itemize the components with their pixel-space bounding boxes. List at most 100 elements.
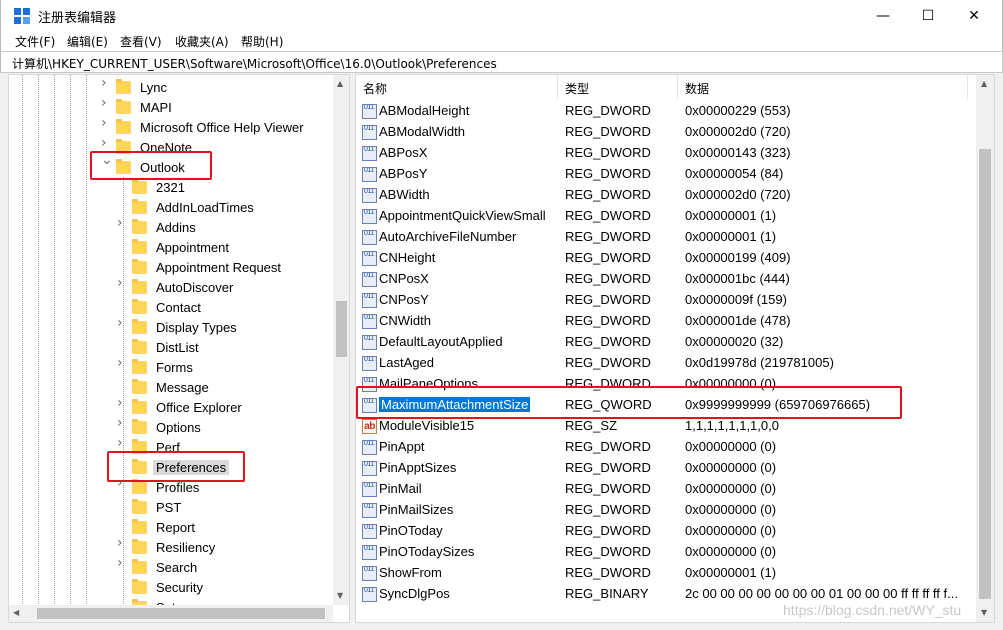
tree-item-label: Office Explorer [156, 399, 242, 415]
chevron-right-icon[interactable]: › [117, 316, 127, 330]
folder-icon [116, 98, 131, 114]
value-row[interactable]: 011 110CNWidth REG_DWORD 0x000001de (478) [356, 311, 968, 332]
scroll-up-arrow-icon[interactable]: ▲ [337, 79, 343, 88]
maximize-button[interactable]: ☐ [905, 0, 951, 31]
value-type: REG_DWORD [565, 271, 651, 286]
tree-vertical-scrollbar[interactable]: ▲ ▼ [333, 75, 349, 605]
dword-icon: 011 110 [362, 209, 377, 224]
chevron-right-icon[interactable]: › [117, 216, 127, 230]
value-row[interactable]: 011 110PinApptSizes REG_DWORD 0x00000000 (… [356, 458, 968, 479]
tree-item[interactable]: › Microsoft Office Help Viewer [101, 116, 307, 137]
column-header-type[interactable]: 类型 [558, 75, 678, 99]
chevron-right-icon[interactable]: › [117, 536, 127, 550]
value-data: 2c 00 00 00 00 00 00 00 01 00 00 00 ff f… [685, 586, 958, 601]
tree-item[interactable]: Security [132, 577, 206, 597]
value-row[interactable]: 011 110ShowFrom REG_DWORD 0x00000001 (1) [356, 563, 968, 584]
column-header-data[interactable]: 数据 [678, 75, 968, 99]
list-scroll-thumb[interactable] [979, 149, 991, 599]
scroll-down-arrow-icon[interactable]: ▼ [981, 608, 987, 617]
menu-edit[interactable]: 编辑(E) [67, 33, 108, 50]
tree-item[interactable]: 2321 [132, 177, 188, 197]
chevron-right-icon[interactable]: › [101, 96, 111, 110]
value-row[interactable]: 011 110ABPosY REG_DWORD 0x00000054 (84) [356, 164, 968, 185]
values-list[interactable]: 名称 类型 数据 011 110ABModalHeightREG_DWORD0x… [355, 74, 995, 623]
tree-item[interactable]: PST [132, 497, 184, 517]
value-data: 0x00000001 (1) [685, 208, 777, 223]
scroll-down-arrow-icon[interactable]: ▼ [337, 591, 343, 600]
scroll-up-arrow-icon[interactable]: ▲ [981, 79, 987, 88]
tree-item[interactable]: DistList [132, 337, 202, 357]
tree-hscroll-thumb[interactable] [37, 608, 325, 619]
value-row[interactable]: 011 110CNPosX REG_DWORD 0x000001bc (444) [356, 269, 968, 290]
chevron-right-icon[interactable]: › [117, 416, 127, 430]
value-row[interactable]: 011 110PinAppt REG_DWORD 0x00000000 (0) [356, 437, 968, 458]
value-row[interactable]: 011 110ABModalWidth REG_DWORD 0x000002d0 (… [356, 122, 968, 143]
value-row[interactable]: 011 110LastAged REG_DWORD 0x0d19978d (2197… [356, 353, 968, 374]
close-button[interactable]: ✕ [951, 0, 997, 31]
menu-help[interactable]: 帮助(H) [241, 33, 283, 50]
value-row[interactable]: 011 110ABModalHeight REG_DWORD 0x00000229 … [356, 101, 968, 122]
value-row[interactable]: 011 110CNHeight REG_DWORD 0x00000199 (409) [356, 248, 968, 269]
tree-item[interactable]: › Office Explorer [117, 396, 245, 417]
value-row[interactable]: 011 110PinOTodaySizes REG_DWORD 0x00000000… [356, 542, 968, 563]
tree-item[interactable]: Contact [132, 297, 204, 317]
tree-item[interactable]: Message [132, 377, 212, 397]
value-row[interactable]: 011 110DefaultLayoutApplied REG_DWORD 0x00… [356, 332, 968, 353]
value-type: REG_DWORD [565, 334, 651, 349]
value-row[interactable]: 011 110PinMailSizes REG_DWORD 0x00000000 (… [356, 500, 968, 521]
value-row[interactable]: 011 110AppointmentQuickViewSmall REG_DWOR… [356, 206, 968, 227]
value-type: REG_DWORD [565, 502, 651, 517]
value-row[interactable]: 011 110ABPosX REG_DWORD 0x00000143 (323) [356, 143, 968, 164]
value-row[interactable]: 011 110AutoArchiveFileNumber REG_DWORD 0x0… [356, 227, 968, 248]
chevron-right-icon[interactable]: › [117, 356, 127, 370]
tree-item[interactable]: › Lync [101, 76, 170, 97]
tree-item[interactable]: › MAPI [101, 96, 175, 117]
value-type: REG_DWORD [565, 565, 651, 580]
tree-horizontal-scrollbar[interactable]: ◀ [9, 605, 333, 622]
tree-item[interactable]: Appointment [132, 237, 232, 257]
address-bar[interactable]: 计算机\HKEY_CURRENT_USER\Software\Microsoft… [0, 51, 1003, 73]
value-row[interactable]: ab ModuleVisible15 REG_SZ 1,1,1,1,1,1,1,0,0 [356, 416, 968, 437]
dword-icon: 011 110 [362, 146, 377, 161]
tree-item[interactable]: › Addins [117, 216, 199, 237]
tree-item[interactable]: Report [132, 517, 198, 537]
tree-item-label: Resiliency [156, 539, 216, 555]
menu-file[interactable]: 文件(F) [15, 33, 55, 50]
address-path[interactable]: 计算机\HKEY_CURRENT_USER\Software\Microsoft… [12, 55, 497, 72]
value-row[interactable]: 011 110PinOToday REG_DWORD 0x00000000 (0) [356, 521, 968, 542]
scroll-left-arrow-icon[interactable]: ◀ [13, 608, 19, 617]
tree-item-label: Search [156, 559, 198, 575]
tree-item[interactable]: › AutoDiscover [117, 276, 236, 297]
chevron-right-icon[interactable]: › [101, 116, 111, 130]
value-type: REG_DWORD [565, 250, 651, 265]
tree-item[interactable]: AddInLoadTimes [132, 197, 257, 217]
chevron-right-icon[interactable]: › [117, 556, 127, 570]
dword-icon: 011 110 [362, 188, 377, 203]
tree-item[interactable]: › Display Types [117, 316, 240, 337]
tree-item[interactable]: › Search [117, 556, 200, 577]
dword-icon: 011 110 [362, 566, 377, 581]
tree-item[interactable]: Appointment Request [132, 257, 284, 277]
column-header-name[interactable]: 名称 [356, 75, 558, 99]
dword-icon: 011 110 [362, 335, 377, 350]
tree-item[interactable]: › Resiliency [117, 536, 218, 557]
tree-item[interactable]: › Forms [117, 356, 196, 377]
list-vertical-scrollbar[interactable]: ▲ ▼ [976, 75, 994, 622]
chevron-right-icon[interactable]: › [117, 276, 127, 290]
tree-item[interactable]: › Options [117, 416, 204, 437]
tree-scroll-thumb[interactable] [336, 301, 347, 357]
value-row[interactable]: 011 110CNPosY REG_DWORD 0x0000009f (159) [356, 290, 968, 311]
string-icon: ab [362, 419, 377, 434]
minimize-button[interactable]: — [860, 0, 906, 31]
tree-item-label: Security [156, 579, 203, 595]
chevron-right-icon[interactable]: › [117, 396, 127, 410]
value-row[interactable]: 011 110ABWidth REG_DWORD 0x000002d0 (720) [356, 185, 968, 206]
menu-favorites[interactable]: 收藏夹(A) [175, 33, 229, 50]
value-row[interactable]: 011 110PinMail REG_DWORD 0x00000000 (0) [356, 479, 968, 500]
chevron-right-icon[interactable]: › [101, 136, 111, 150]
chevron-right-icon[interactable]: › [117, 436, 127, 450]
value-name: AutoArchiveFileNumber [379, 229, 517, 244]
chevron-right-icon[interactable]: › [101, 76, 111, 90]
menu-view[interactable]: 查看(V) [120, 33, 162, 50]
tree-item-label: DistList [156, 339, 199, 355]
